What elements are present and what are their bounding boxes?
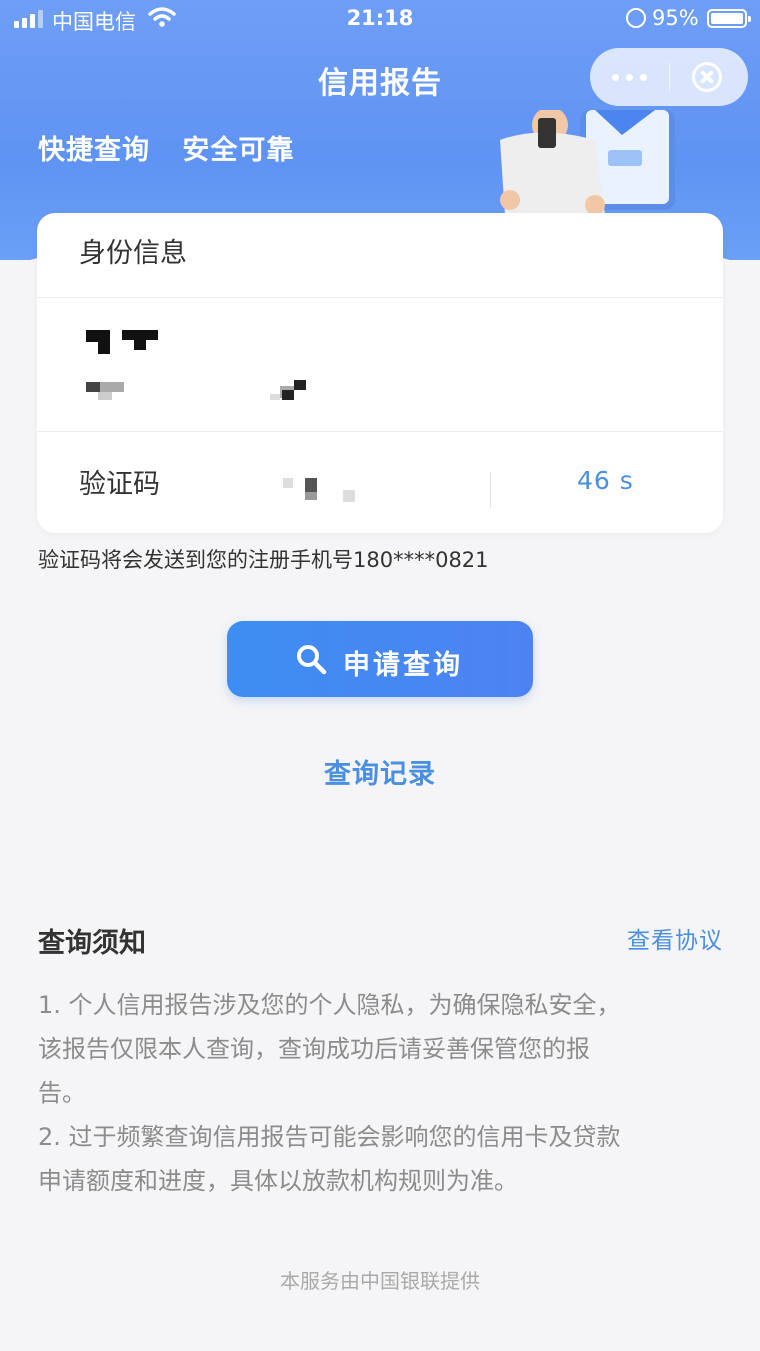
provider-footer: 本服务由中国银联提供 [280, 1269, 480, 1293]
notice-line: 该报告仅限本人查询，查询成功后请妥善保管您的报 [38, 1035, 590, 1063]
apply-query-label: 申请查询 [343, 650, 463, 681]
status-bar: 中国电信 21:18 95% [0, 0, 760, 40]
sms-hint: 验证码将会发送到您的注册手机号180****0821 [38, 548, 489, 572]
masked-id-number [86, 378, 316, 408]
resend-countdown: 46 s [577, 466, 634, 495]
notice-title: 查询须知 [38, 928, 146, 959]
masked-name [86, 330, 166, 360]
verification-code-row: 验证码 46 s [37, 432, 723, 532]
notice-line: 告。 [38, 1079, 86, 1107]
hero-slogan: 快捷查询 安全可靠 [38, 128, 316, 167]
apply-query-button[interactable]: 申请查询 [227, 621, 533, 697]
notice-line: 1. 个人信用报告涉及您的个人隐私，为确保隐私安全， [38, 991, 621, 1019]
battery-percent: 95% [652, 6, 699, 30]
miniprogram-capsule [590, 48, 748, 106]
identity-info-masked [37, 298, 723, 432]
notice-line: 申请额度和进度，具体以放款机构规则为准。 [38, 1167, 518, 1195]
verification-code-input[interactable] [237, 452, 487, 512]
more-icon[interactable] [612, 66, 648, 86]
close-icon[interactable] [692, 62, 722, 92]
identity-card: 身份信息 验证码 46 s [37, 213, 723, 533]
code-divider [490, 472, 491, 508]
search-icon [297, 645, 327, 675]
query-records-link[interactable]: 查询记录 [0, 752, 760, 791]
clock: 21:18 [346, 6, 414, 30]
battery-icon [707, 9, 751, 28]
rotation-lock-icon [626, 8, 646, 28]
slogan-secure: 安全可靠 [182, 135, 295, 166]
verification-code-label: 验证码 [79, 469, 160, 500]
slogan-fast: 快捷查询 [38, 135, 150, 166]
view-agreement-link[interactable]: 查看协议 [627, 921, 723, 955]
card-header: 身份信息 [37, 213, 723, 298]
person-phone-illustration [500, 110, 675, 215]
notice-line: 2. 过于频繁查询信用报告可能会影响您的信用卡及贷款 [38, 1123, 621, 1151]
notice-body: 1. 个人信用报告涉及您的个人隐私，为确保隐私安全， 该报告仅限本人查询，查询成… [38, 983, 728, 1203]
capsule-divider [669, 63, 670, 91]
